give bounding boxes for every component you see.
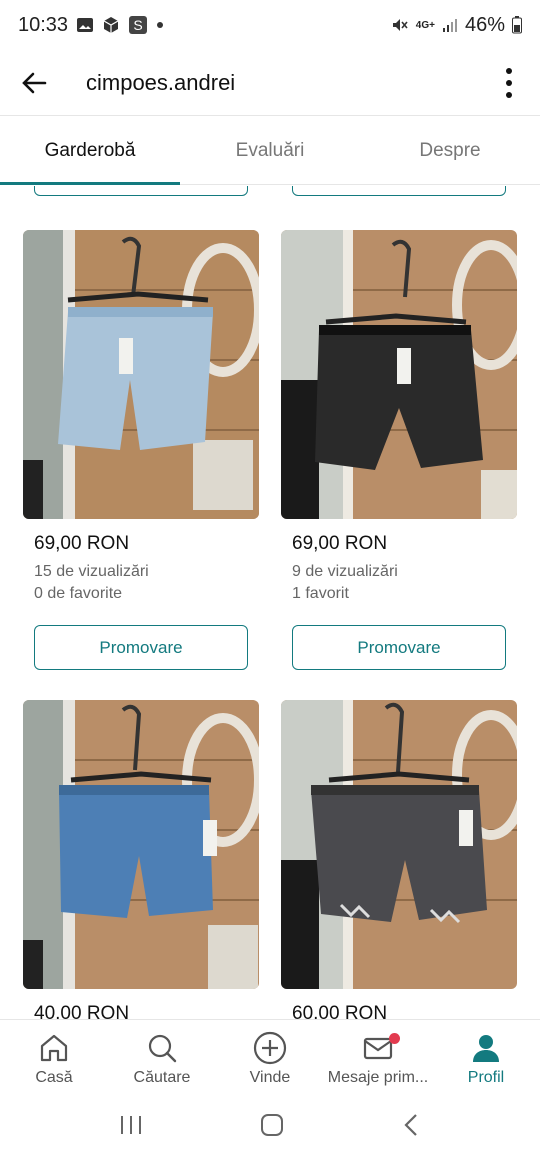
nav-messages[interactable]: Mesaje prim... [324, 1020, 432, 1097]
promote-button[interactable]: Promovare [292, 625, 506, 670]
battery-percent: 46% [464, 13, 505, 36]
item-card[interactable]: 60,00 RON [281, 700, 517, 1019]
recent-apps-icon [120, 1116, 141, 1134]
status-bar: 10:33 S 4G+ 46% [0, 0, 540, 50]
home-square-icon [260, 1114, 283, 1136]
network-label: 4G+ [415, 19, 435, 31]
system-navigation [0, 1097, 540, 1158]
svg-text:S: S [133, 17, 142, 33]
gallery-icon [76, 16, 94, 34]
notification-dot-icon [156, 21, 164, 29]
tab-garderoba[interactable]: Garderobă [0, 117, 180, 185]
nav-profile[interactable]: Profil [432, 1020, 540, 1097]
item-price: 69,00 RON [292, 533, 388, 554]
item-photo-black-leather-shorts[interactable] [281, 230, 517, 519]
nav-label: Căutare [133, 1068, 191, 1086]
search-icon [146, 1031, 178, 1065]
plus-circle-icon [253, 1031, 287, 1065]
unread-badge [389, 1032, 400, 1044]
arrow-left-icon [22, 72, 47, 93]
nav-label: Mesaje prim... [327, 1068, 429, 1086]
item-photo-dark-grey-denim-shorts[interactable] [281, 700, 517, 989]
nav-label: Casă [35, 1068, 73, 1086]
home-icon [38, 1031, 70, 1065]
item-card[interactable]: 40,00 RON [23, 700, 259, 1019]
item-views: 9 de vizualizări [292, 563, 398, 580]
item-photo-light-blue-denim-shorts[interactable] [23, 230, 259, 519]
signal-icon [442, 17, 458, 33]
item-price: 60,00 RON [292, 1003, 388, 1019]
app-bar: cimpoes.andrei [0, 50, 540, 116]
mute-icon [391, 16, 409, 34]
item-price: 69,00 RON [34, 533, 130, 554]
nav-home[interactable]: Casă [0, 1020, 108, 1097]
item-favorites: 1 favorit [292, 585, 349, 602]
item-views: 15 de vizualizări [34, 563, 149, 580]
system-back-button[interactable] [400, 1112, 422, 1143]
item-photo-blue-denim-shorts[interactable] [23, 700, 259, 989]
promote-button[interactable]: Promovare [34, 625, 248, 670]
bottom-navigation: Casă Căutare Vinde Mesaje prim... Profil [0, 1019, 540, 1097]
more-options-button[interactable] [494, 63, 524, 103]
profile-icon [470, 1031, 502, 1065]
mail-icon [362, 1031, 400, 1065]
item-price: 40,00 RON [34, 1003, 130, 1019]
item-favorites: 0 de favorite [34, 585, 123, 602]
s-app-icon: S [128, 15, 148, 35]
profile-tabs: Garderobă Evaluări Despre [0, 117, 540, 185]
promote-button-partial[interactable] [292, 186, 506, 196]
nav-search[interactable]: Căutare [108, 1020, 216, 1097]
tab-evaluari[interactable]: Evaluări [180, 117, 360, 184]
more-vertical-icon [506, 67, 512, 98]
item-card[interactable]: 69,00 RON 9 de vizualizări 1 favorit Pro… [281, 230, 517, 670]
tab-despre[interactable]: Despre [360, 117, 540, 184]
chevron-left-icon [404, 1114, 418, 1136]
home-button[interactable] [259, 1112, 285, 1143]
nav-label: Vinde [249, 1068, 291, 1086]
promote-button-partial[interactable] [34, 186, 248, 196]
battery-icon [512, 16, 522, 34]
recent-apps-button[interactable] [118, 1113, 144, 1142]
package-icon [102, 16, 120, 34]
page-title: cimpoes.andrei [86, 69, 236, 95]
status-time: 10:33 [18, 13, 69, 36]
wardrobe-grid: 69,00 RON 15 de vizualizări 0 de favorit… [0, 186, 540, 1019]
nav-sell[interactable]: Vinde [216, 1020, 324, 1097]
nav-label: Profil [467, 1068, 505, 1086]
item-card[interactable]: 69,00 RON 15 de vizualizări 0 de favorit… [23, 230, 259, 670]
back-button[interactable] [16, 65, 52, 101]
